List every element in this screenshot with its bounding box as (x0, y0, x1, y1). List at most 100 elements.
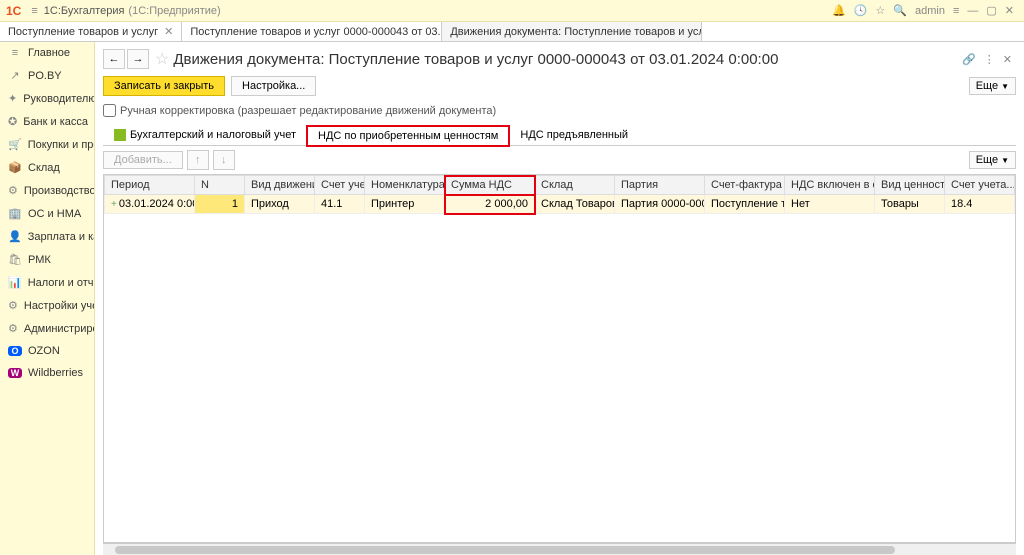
tab-1[interactable]: Поступление товаров и услуг 0000-000043 … (182, 22, 442, 41)
column-header[interactable]: Номенклатура (365, 176, 445, 195)
nav-forward-button[interactable]: → (127, 49, 149, 69)
app-title: 1С:Бухгалтерия (44, 5, 125, 17)
sidebar-icon: 🛒 (8, 138, 22, 151)
link-icon[interactable]: 🔗 (962, 53, 976, 66)
column-header[interactable]: Счет учета (315, 176, 365, 195)
search-icon[interactable]: 🔍 (893, 4, 907, 17)
column-header[interactable]: N (195, 176, 245, 195)
sidebar-label: OZON (28, 345, 60, 357)
setup-button[interactable]: Настройка... (231, 76, 316, 96)
manual-correction-label: Ручная корректировка (разрешает редактир… (120, 105, 496, 117)
page-title: Движения документа: Поступление товаров … (173, 51, 778, 68)
document-tabs: Поступление товаров и услуг✕ Поступление… (0, 22, 1024, 42)
star-icon[interactable]: ☆ (875, 4, 885, 17)
manual-correction-checkbox[interactable] (103, 104, 116, 117)
register-tabs: Бухгалтерский и налоговый учет НДС по пр… (103, 125, 1016, 146)
sidebar-item-7[interactable]: 🏢 ОС и НМА (0, 202, 94, 225)
close-icon[interactable]: ✕ (1005, 4, 1014, 17)
horizontal-scrollbar[interactable] (103, 543, 1016, 555)
close-page-icon[interactable]: ✕ (1003, 53, 1012, 66)
sidebar-item-0[interactable]: ≡Главное (0, 42, 94, 64)
table-more-button[interactable]: Еще▼ (969, 151, 1016, 169)
sidebar-icon: 📦 (8, 161, 22, 174)
sidebar-icon: ✪ (8, 115, 17, 128)
sidebar-label: PO.BY (28, 70, 62, 82)
sidebar-icon: 👤 (8, 230, 22, 243)
sidebar-item-9[interactable]: 🛍 РМК (0, 248, 94, 271)
reg-tab-accounting[interactable]: Бухгалтерский и налоговый учет (103, 125, 307, 145)
tab-0[interactable]: Поступление товаров и услуг✕ (0, 22, 182, 41)
reg-tab-vat-presented[interactable]: НДС предъявленный (509, 125, 639, 145)
save-and-close-button[interactable]: Записать и закрыть (103, 76, 225, 96)
sidebar-item-10[interactable]: 📊 Налоги и отчетность (0, 271, 94, 294)
column-header[interactable]: Счет-фактура (705, 176, 785, 195)
sidebar-item-6[interactable]: ⚙ Производство (0, 179, 94, 202)
sidebar-item-4[interactable]: 🛒 Покупки и продажи (0, 133, 94, 156)
tab-2[interactable]: Движения документа: Поступление товаров … (442, 22, 702, 41)
column-header[interactable]: Счет учета... (945, 176, 1015, 195)
sidebar-icon: ⚙ (8, 184, 18, 197)
favorite-icon[interactable]: ☆ (155, 49, 169, 69)
sidebar-item-8[interactable]: 👤 Зарплата и кадры (0, 225, 94, 248)
column-header[interactable]: Период (105, 176, 195, 195)
column-header[interactable]: Вид движения (245, 176, 315, 195)
sidebar-item-5[interactable]: 📦 Склад (0, 156, 94, 179)
sidebar-item-1[interactable]: ↗ PO.BY (0, 64, 94, 87)
reg-tab-vat-purchased[interactable]: НДС по приобретенным ценностям (307, 126, 509, 146)
sidebar-icon: ↗ (8, 69, 22, 82)
sidebar: ≡Главное ↗ PO.BY ✦Руководителю ✪ Банк и касса… (0, 42, 95, 555)
sidebar-label: Банк и касса (23, 116, 88, 128)
sidebar-label: Руководителю (23, 93, 95, 105)
column-header[interactable]: Сумма НДС (445, 176, 535, 195)
ledger-icon (114, 129, 126, 141)
sidebar-label: Склад (28, 162, 60, 174)
menu-icon[interactable]: ⋮ (984, 53, 995, 66)
column-header[interactable]: Партия (615, 176, 705, 195)
sidebar-icon: O (8, 346, 22, 356)
sidebar-icon: ⚙ (8, 322, 18, 335)
sidebar-label: Налоги и отчетность (28, 277, 95, 289)
sidebar-label: Покупки и продажи (28, 139, 95, 151)
column-header[interactable]: Склад (535, 176, 615, 195)
sidebar-item-14[interactable]: W Wildberries (0, 362, 94, 384)
app-logo: 1C (6, 4, 21, 18)
more-button[interactable]: Еще▼ (969, 77, 1016, 95)
move-up-button: ↑ (187, 150, 209, 170)
sidebar-label: Администрирование (24, 323, 95, 335)
sidebar-icon: 🛍 (8, 253, 22, 266)
sidebar-icon: ⚙ (8, 299, 18, 312)
sidebar-item-11[interactable]: ⚙ Настройки учета (0, 294, 94, 317)
close-icon[interactable]: ✕ (164, 25, 173, 38)
sidebar-icon: 📊 (8, 276, 22, 289)
sidebar-item-12[interactable]: ⚙ Администрирование (0, 317, 94, 340)
history-icon[interactable]: 🕓 (854, 4, 868, 17)
maximize-icon[interactable]: ▢ (986, 4, 996, 17)
settings-icon[interactable]: ≡ (953, 5, 959, 17)
sidebar-item-13[interactable]: O OZON (0, 340, 94, 362)
app-subtitle: (1С:Предприятие) (128, 5, 220, 17)
plus-icon: + (111, 199, 117, 210)
column-header[interactable]: НДС включен в стоимость (785, 176, 875, 195)
sidebar-label: Wildberries (28, 367, 83, 379)
minimize-icon[interactable]: — (967, 5, 978, 17)
sidebar-icon: W (8, 368, 22, 378)
movements-table[interactable]: ПериодNВид движенияСчет учетаНоменклатур… (103, 174, 1016, 543)
nav-back-button[interactable]: ← (103, 49, 125, 69)
user-label[interactable]: admin (915, 5, 945, 17)
column-header[interactable]: Вид ценности (875, 176, 945, 195)
sidebar-icon: 🏢 (8, 207, 22, 220)
add-button: Добавить... (103, 151, 183, 169)
sidebar-item-2[interactable]: ✦Руководителю (0, 87, 94, 110)
sidebar-label: РМК (28, 254, 51, 266)
titlebar: 1C ≡ 1С:Бухгалтерия (1С:Предприятие) 🔔 🕓… (0, 0, 1024, 22)
move-down-button: ↓ (213, 150, 235, 170)
bell-icon[interactable]: 🔔 (832, 4, 846, 17)
sidebar-item-3[interactable]: ✪ Банк и касса (0, 110, 94, 133)
sidebar-label: Зарплата и кадры (28, 231, 95, 243)
sidebar-label: Главное (28, 47, 70, 59)
sidebar-label: Производство (24, 185, 95, 197)
hamburger-icon[interactable]: ≡ (31, 5, 37, 17)
sidebar-label: Настройки учета (24, 300, 95, 312)
table-row[interactable]: +03.01.2024 0:00:00 1 Приход 41.1 Принте… (105, 195, 1015, 214)
sidebar-label: ОС и НМА (28, 208, 81, 220)
